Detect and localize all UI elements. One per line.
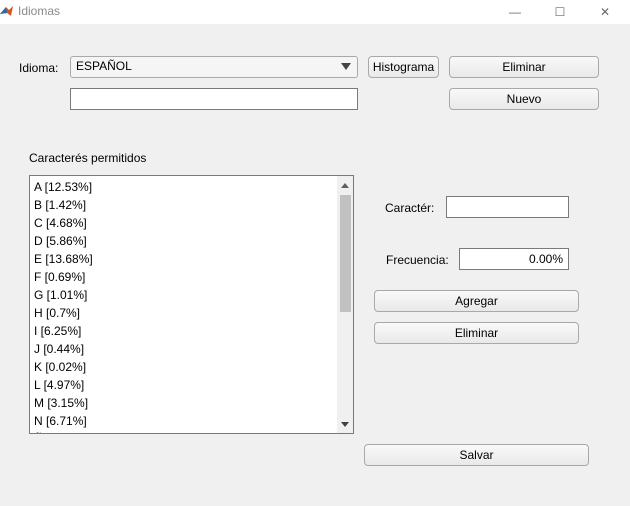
freq-label: Frecuencia: (386, 253, 449, 267)
matlab-icon (0, 6, 13, 16)
list-item[interactable]: D [5.86%] (34, 232, 93, 250)
scroll-up-button[interactable] (337, 178, 353, 192)
list-item[interactable]: M [3.15%] (34, 394, 93, 412)
list-scrollbar[interactable] (337, 176, 353, 433)
freq-input[interactable] (459, 248, 569, 270)
delete-language-button[interactable]: Eliminar (449, 56, 599, 78)
minimize-button[interactable]: — (492, 0, 538, 24)
list-item[interactable]: N [6.71%] (34, 412, 93, 430)
minimize-icon: — (509, 5, 521, 19)
dropdown-arrow-icon (341, 63, 351, 70)
chars-list: A [12.53%] B [1.42%] C [4.68%] D [5.86%] E [… (34, 178, 93, 433)
scroll-thumb[interactable] (340, 195, 351, 312)
list-item[interactable]: L [4.97%] (34, 376, 93, 394)
list-item[interactable]: A [12.53%] (34, 178, 93, 196)
close-icon: ✕ (599, 5, 611, 19)
list-item[interactable]: Ñ [0.31%] (34, 430, 93, 433)
list-item[interactable]: F [0.69%] (34, 268, 93, 286)
scroll-up-icon (341, 182, 349, 188)
list-item[interactable]: K [0.02%] (34, 358, 93, 376)
new-language-button[interactable]: Nuevo (449, 88, 599, 110)
list-item[interactable]: G [1.01%] (34, 286, 93, 304)
language-dropdown[interactable]: ESPAÑOL (70, 56, 358, 78)
scroll-down-icon (341, 421, 349, 427)
close-button[interactable]: ✕ (582, 0, 628, 24)
maximize-icon: ☐ (554, 5, 566, 19)
language-label: Idioma: (19, 61, 59, 75)
maximize-button[interactable]: ☐ (537, 0, 583, 24)
list-item[interactable]: C [4.68%] (34, 214, 93, 232)
scroll-down-button[interactable] (337, 417, 353, 431)
list-item[interactable]: J [0.44%] (34, 340, 93, 358)
char-label: Caractér: (385, 201, 435, 215)
language-selected: ESPAÑOL (76, 59, 132, 73)
list-item[interactable]: H [0.7%] (34, 304, 93, 322)
new-language-input[interactable] (70, 88, 358, 110)
chars-header: Caracterés permitidos (29, 151, 147, 165)
add-char-button[interactable]: Agregar (374, 290, 579, 312)
window-title: Idiomas (18, 4, 61, 18)
char-input[interactable] (446, 196, 569, 218)
title-bar: Idiomas — ☐ ✕ (0, 0, 630, 24)
list-item[interactable]: B [1.42%] (34, 196, 93, 214)
chars-listbox[interactable]: A [12.53%] B [1.42%] C [4.68%] D [5.86%] E [… (29, 175, 354, 434)
list-item[interactable]: E [13.68%] (34, 250, 93, 268)
histogram-button[interactable]: Histograma (368, 56, 439, 78)
save-button[interactable]: Salvar (364, 444, 589, 466)
delete-char-button[interactable]: Eliminar (374, 322, 579, 344)
list-item[interactable]: I [6.25%] (34, 322, 93, 340)
